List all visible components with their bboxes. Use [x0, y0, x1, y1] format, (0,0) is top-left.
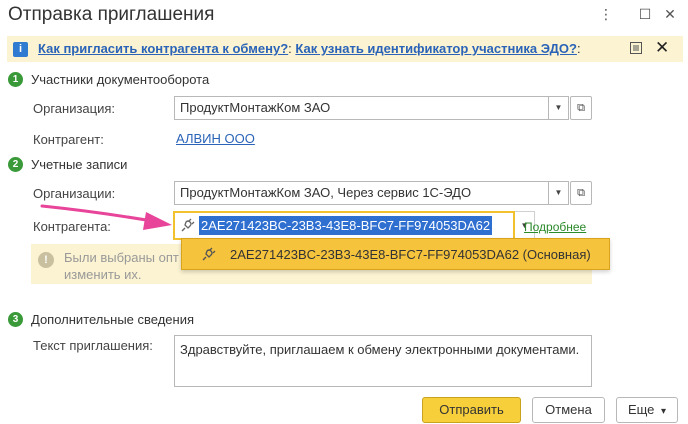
- separator-2: :: [576, 41, 581, 56]
- list-icon[interactable]: [629, 41, 643, 55]
- counterparty-account-field[interactable]: 2AE271423BC-23B3-43E8-BFC7-FF974053DA62: [173, 211, 515, 240]
- section-title-participants: Участники документооборота: [31, 72, 210, 87]
- counterparty-label: Контрагент:: [33, 132, 104, 147]
- more-menu-icon[interactable]: ⋮: [598, 6, 614, 23]
- more-button-label: Еще: [627, 402, 655, 417]
- section-number-3: 3: [8, 312, 23, 327]
- details-link[interactable]: Подробнее: [524, 220, 586, 234]
- section-number-2: 2: [8, 157, 23, 172]
- suggestion-label: 2AE271423BC-23B3-43E8-BFC7-FF974053DA62 …: [230, 247, 591, 262]
- close-window-icon[interactable]: ✕: [662, 6, 678, 23]
- warning-note-line-2: изменить их.: [64, 267, 142, 282]
- how-to-identifier-link[interactable]: Как узнать идентификатор участника ЭДО?: [295, 41, 577, 56]
- organization-field[interactable]: ПродуктМонтажКом ЗАО: [174, 96, 549, 120]
- counterparty-account-value[interactable]: 2AE271423BC-23B3-43E8-BFC7-FF974053DA62: [199, 216, 493, 235]
- counterparty-link[interactable]: АЛВИН ООО: [176, 131, 255, 146]
- invitation-text-field[interactable]: Здравствуйте, приглашаем к обмену электр…: [174, 335, 592, 387]
- more-button[interactable]: Еще ▾: [616, 397, 678, 423]
- close-icon[interactable]: ✕: [655, 38, 669, 58]
- section-number-1: 1: [8, 72, 23, 87]
- organization-label: Организация:: [33, 101, 116, 116]
- window-title: Отправка приглашения: [8, 4, 215, 25]
- organization-open-button[interactable]: ⧉: [570, 96, 592, 120]
- organizations-open-button[interactable]: ⧉: [570, 181, 592, 205]
- info-icon: i: [13, 42, 28, 57]
- counterparty-suggestion-item[interactable]: 2AE271423BC-23B3-43E8-BFC7-FF974053DA62 …: [181, 238, 610, 270]
- organizations-dropdown-button[interactable]: ▼: [549, 181, 569, 205]
- organizations-field[interactable]: ПродуктМонтажКом ЗАО, Через сервис 1С-ЭД…: [174, 181, 549, 205]
- how-to-invite-link[interactable]: Как пригласить контрагента к обмену?: [38, 41, 288, 56]
- cancel-button[interactable]: Отмена: [532, 397, 605, 423]
- organization-dropdown-button[interactable]: ▼: [549, 96, 569, 120]
- invitation-text-label: Текст приглашения:: [33, 338, 153, 353]
- plug-icon: [179, 217, 196, 234]
- warning-note-text: Были выбраны опт изменить их.: [64, 249, 179, 283]
- chevron-down-icon: ▾: [661, 406, 667, 417]
- annotation-arrow: [40, 204, 172, 230]
- send-button[interactable]: Отправить: [422, 397, 521, 423]
- maximize-icon[interactable]: ☐: [637, 6, 653, 23]
- warning-icon: !: [38, 252, 54, 268]
- section-title-accounts: Учетные записи: [31, 157, 128, 172]
- warning-note-line-1: Были выбраны опт: [64, 250, 179, 265]
- plug-icon: [200, 246, 217, 263]
- separator: :: [288, 41, 292, 56]
- organizations-label: Организации:: [33, 186, 116, 201]
- section-title-additional: Дополнительные сведения: [31, 312, 195, 327]
- info-bar: i Как пригласить контрагента к обмену?: …: [7, 36, 683, 62]
